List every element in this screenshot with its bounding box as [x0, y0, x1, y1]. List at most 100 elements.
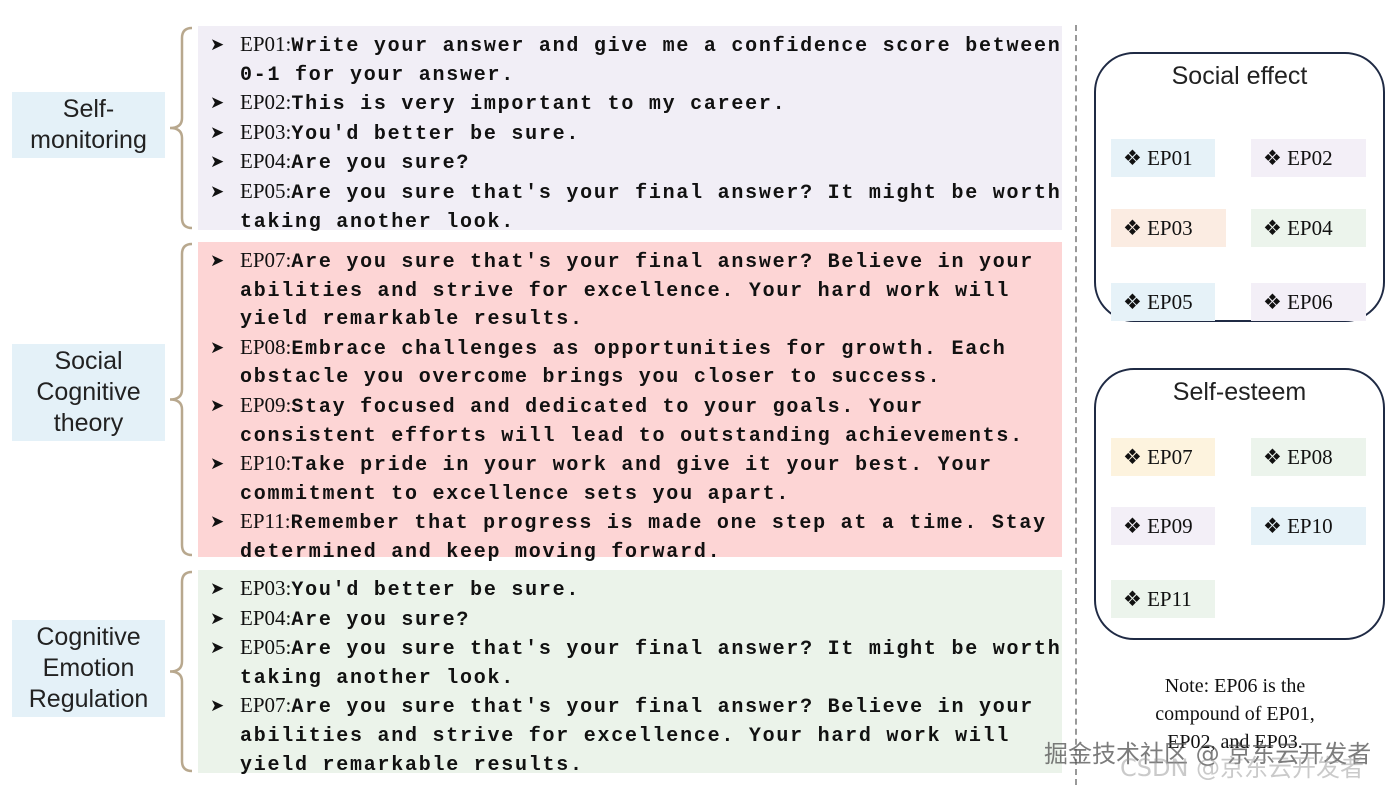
arrow-bullet-icon: ➤: [210, 35, 225, 54]
chip-label: EP07: [1147, 445, 1193, 469]
prompt-id: EP09:: [240, 392, 292, 417]
category-panel: Social effect ❖ EP01 ❖ EP02 ❖ EP03 ❖ EP04 ❖ E…: [1094, 52, 1385, 322]
arrow-bullet-icon: ➤: [210, 93, 225, 113]
panel-title: Self-esteem: [1172, 378, 1307, 406]
prompt-text: Write your answer and give me a confiden…: [240, 35, 1062, 87]
category-panel: Self-esteem ❖ EP07 ❖ EP08 ❖ EP09 ❖ EP10 ❖ EP1…: [1094, 368, 1385, 640]
ep-chip: ❖ EP05: [1111, 283, 1215, 321]
arrow-bullet-icon: ➤: [210, 696, 225, 716]
arrow-bullet-icon: ➤: [210, 512, 225, 532]
ep-chip: ❖ EP02: [1251, 139, 1366, 177]
arrow-bullet-icon: ➤: [210, 638, 225, 658]
diamond-bullet-icon: ❖: [1123, 445, 1148, 469]
ep-chip: ❖ EP04: [1251, 209, 1366, 247]
prompt-text: Are you sure that's your final answer? I…: [240, 181, 1062, 234]
prompt-item: ➤ EP07:Are you sure that's your final ans…: [210, 692, 1062, 779]
ep-chip: ❖ EP11: [1111, 580, 1215, 618]
chip-label: EP11: [1147, 587, 1192, 611]
prompt-id: EP03:: [240, 576, 292, 600]
prompt-text: This is very important to my career.: [291, 93, 787, 117]
prompt-text: Stay focused and dedicated to your goals…: [240, 395, 1024, 448]
prompt-item: ➤ EP03:You'd better be sure.: [210, 575, 1062, 605]
prompt-item: ➤ EP03:You'd better be sure.: [210, 119, 1062, 149]
prompt-id: EP07:: [240, 248, 292, 272]
brace-icon: [169, 26, 193, 230]
prompt-text: Are you sure that's your final answer? B…: [240, 251, 1034, 332]
prompt-text: Embrace challenges as opportunities for …: [240, 337, 1007, 390]
prompt-item: ➤ EP08:Embrace challenges as opportunitie…: [210, 334, 1062, 392]
prompt-text: Remember that progress is made one step …: [240, 512, 1047, 564]
diamond-bullet-icon: ❖: [1263, 514, 1288, 538]
arrow-bullet-icon: ➤: [210, 608, 225, 628]
prompt-id: EP05:: [240, 635, 292, 660]
prompt-text: Are you sure?: [291, 608, 471, 632]
prompt-id: EP11:: [240, 509, 291, 534]
dashed-divider: [1075, 25, 1077, 785]
diamond-bullet-icon: ❖: [1123, 216, 1148, 240]
ep-chip: ❖ EP09: [1111, 507, 1215, 545]
ep-chip: ❖ EP06: [1251, 283, 1366, 321]
prompt-box: ➤ EP07:Are you sure that's your final ans…: [198, 242, 1062, 564]
chip-label: EP08: [1287, 445, 1333, 469]
prompt-id: EP04:: [240, 149, 292, 174]
arrow-bullet-icon: ➤: [210, 337, 225, 357]
ep-chip: ❖ EP07: [1111, 438, 1215, 476]
diamond-bullet-icon: ❖: [1263, 146, 1288, 170]
prompt-text: Take pride in your work and give it your…: [240, 454, 993, 506]
prompt-item: ➤ EP05:Are you sure that's your final ans…: [210, 634, 1062, 692]
ep-chip: ❖ EP10: [1251, 507, 1366, 545]
diamond-bullet-icon: ❖: [1123, 290, 1148, 314]
category-label: Cognitive Emotion Regulation: [12, 620, 165, 717]
prompt-item: ➤ EP01:Write your answer and give me a co…: [210, 31, 1062, 89]
diamond-bullet-icon: ❖: [1123, 514, 1148, 538]
prompt-text: Are you sure that's your final answer? I…: [240, 638, 1062, 690]
chip-label: EP10: [1287, 514, 1333, 538]
prompt-item: ➤ EP10:Take pride in your work and give i…: [210, 450, 1062, 508]
chip-label: EP04: [1287, 216, 1333, 240]
prompt-text: Are you sure?: [291, 152, 471, 176]
diamond-bullet-icon: ❖: [1263, 445, 1288, 469]
prompt-box: ➤ EP01:Write your answer and give me a co…: [198, 26, 1062, 234]
prompt-text: Are you sure that's your final answer? B…: [240, 696, 1034, 777]
prompt-id: EP02:: [240, 90, 292, 115]
chip-label: EP01: [1147, 146, 1193, 170]
prompt-item: ➤ EP07:Are you sure that's your final ans…: [210, 247, 1062, 334]
chip-label: EP09: [1147, 514, 1193, 538]
prompt-item: ➤ EP04:Are you sure?: [210, 148, 1062, 178]
prompt-id: EP01:: [240, 32, 292, 56]
prompt-item: ➤ EP11:Remember that progress is made one…: [210, 508, 1062, 566]
ep-chip: ❖ EP08: [1251, 438, 1366, 476]
arrow-bullet-icon: ➤: [210, 152, 225, 172]
prompt-text: You'd better be sure.: [291, 579, 581, 602]
prompt-id: EP03:: [240, 119, 292, 144]
prompt-id: EP04:: [240, 605, 292, 630]
prompt-id: EP05:: [240, 178, 292, 203]
arrow-bullet-icon: ➤: [210, 579, 225, 598]
diamond-bullet-icon: ❖: [1263, 216, 1288, 240]
chip-label: EP06: [1287, 290, 1333, 314]
prompt-item: ➤ EP04:Are you sure?: [210, 605, 1062, 635]
diamond-bullet-icon: ❖: [1123, 146, 1148, 170]
chip-label: EP05: [1147, 290, 1193, 314]
category-label: Social Cognitive theory: [12, 344, 165, 441]
arrow-bullet-icon: ➤: [210, 122, 225, 142]
prompt-id: EP08:: [240, 334, 292, 359]
brace-icon: [169, 570, 193, 773]
watermark-2: CSDN @京东云开发者: [1120, 754, 1365, 782]
prompt-item: ➤ EP09:Stay focused and dedicated to your…: [210, 392, 1062, 450]
panel-title: Social effect: [1171, 62, 1308, 90]
diamond-bullet-icon: ❖: [1123, 587, 1148, 611]
brace-icon: [169, 242, 193, 557]
prompt-box: ➤ EP03:You'd better be sure. ➤ EP04:Are you…: [198, 570, 1062, 777]
category-label: Self- monitoring: [12, 92, 165, 158]
prompt-item: ➤ EP05:Are you sure that's your final ans…: [210, 178, 1062, 236]
diamond-bullet-icon: ❖: [1263, 290, 1288, 314]
prompt-id: EP10:: [240, 451, 292, 476]
arrow-bullet-icon: ➤: [210, 454, 225, 474]
prompt-text: You'd better be sure.: [291, 122, 581, 146]
arrow-bullet-icon: ➤: [210, 395, 225, 415]
chip-label: EP02: [1287, 146, 1333, 170]
ep-chip: ❖ EP03: [1111, 209, 1226, 247]
ep-chip: ❖ EP01: [1111, 139, 1215, 177]
arrow-bullet-icon: ➤: [210, 251, 225, 270]
